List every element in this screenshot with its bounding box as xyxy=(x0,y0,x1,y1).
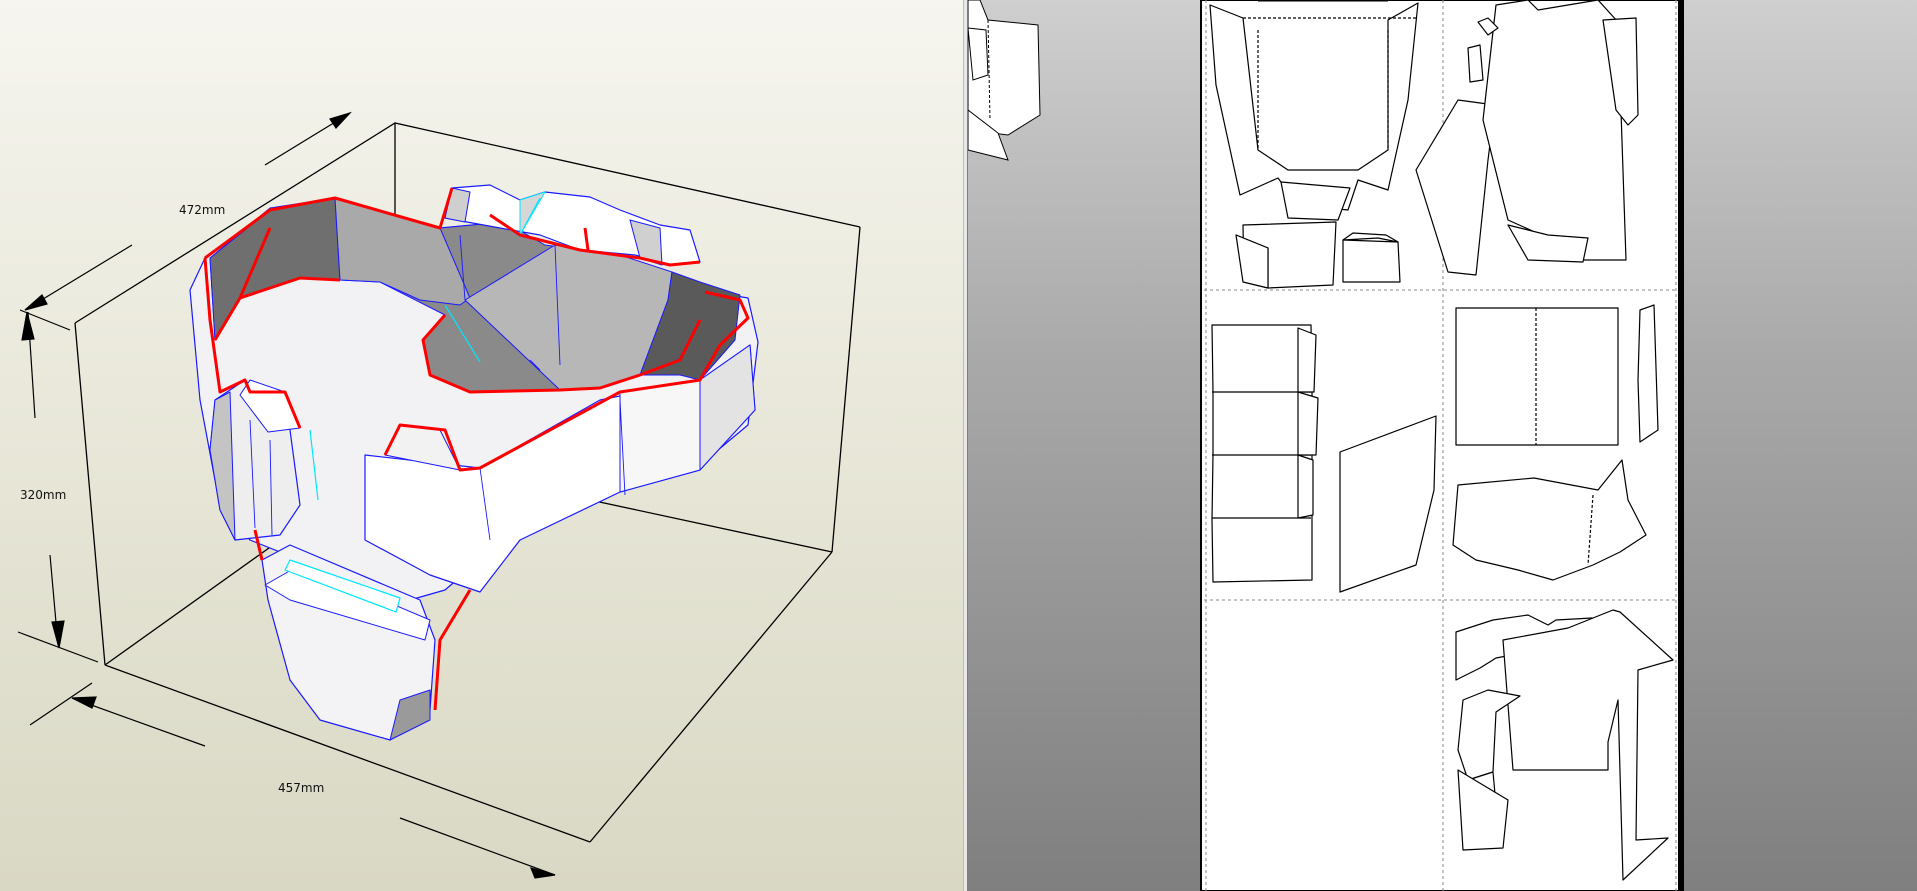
offpage-part[interactable] xyxy=(968,0,1041,161)
unfold-2d-view[interactable] xyxy=(968,0,1917,891)
part-top-box xyxy=(1211,324,1319,583)
dimension-height-label: 320mm xyxy=(20,488,67,502)
dimension-width-label: 472mm xyxy=(179,203,226,217)
dimension-depth-label: 457mm xyxy=(278,781,325,795)
helmet-model[interactable] xyxy=(189,184,759,741)
unfold-canvas[interactable] xyxy=(968,0,1917,891)
model-3d-view[interactable]: 472mm 320mm 457mm xyxy=(0,0,964,891)
model-3d-canvas[interactable] xyxy=(0,0,963,891)
